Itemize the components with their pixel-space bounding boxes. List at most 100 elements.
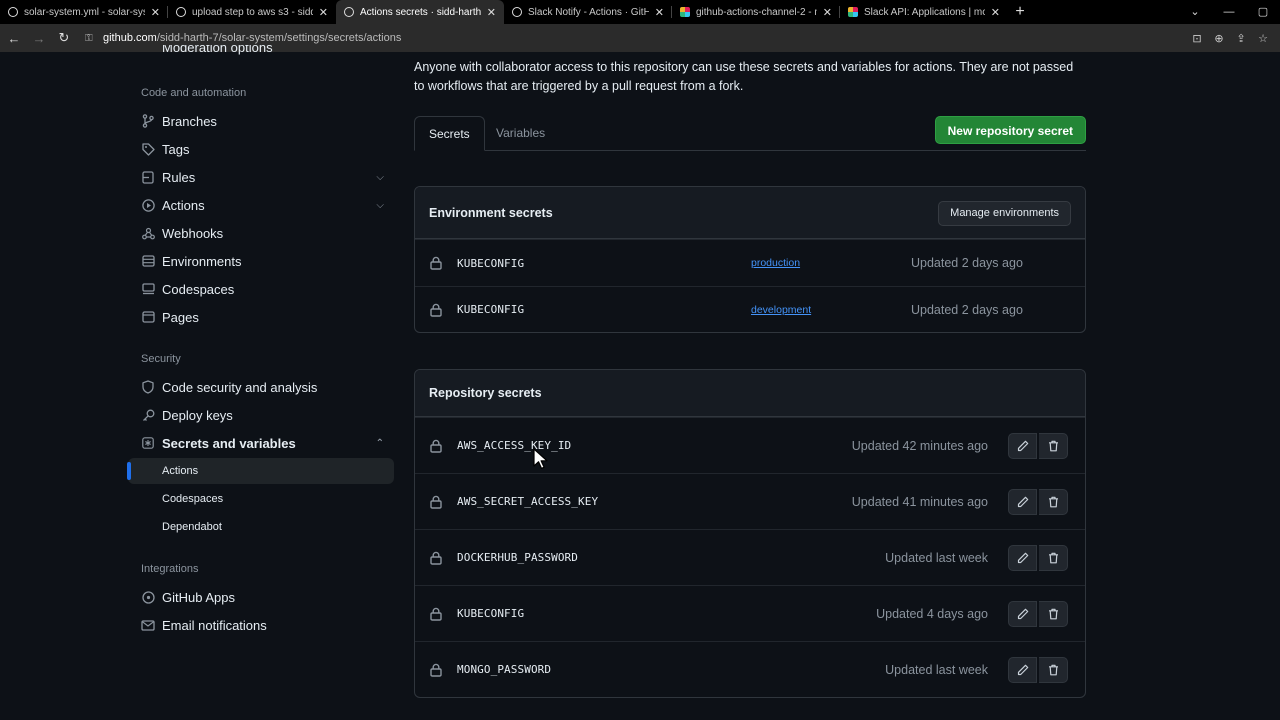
browser-tab[interactable]: Slack Notify - Actions · GitHub M✕ bbox=[504, 0, 672, 24]
trash-icon bbox=[1048, 664, 1058, 675]
chevron-up-icon[interactable]: ⌃ bbox=[376, 438, 384, 449]
settings-sidebar: Moderation options Code and automation B… bbox=[127, 45, 398, 720]
site-info-icon[interactable]: ⚿ bbox=[85, 33, 97, 44]
branch-icon bbox=[141, 114, 155, 128]
sidebar-item-secrets-variables[interactable]: Secrets and variables ⌃ bbox=[128, 430, 394, 456]
lock-icon bbox=[430, 256, 442, 270]
new-repository-secret-button[interactable]: New repository secret bbox=[934, 116, 1086, 144]
secrets-description: Anyone with collaborator access to this … bbox=[414, 60, 1074, 93]
section-heading-integrations: Integrations bbox=[141, 563, 199, 575]
sidebar-item-environments[interactable]: Environments bbox=[128, 248, 394, 274]
sidebar-subitem-actions[interactable]: Actions bbox=[127, 458, 394, 484]
maximize-icon[interactable]: ▢ bbox=[1246, 0, 1280, 24]
lock-icon bbox=[430, 663, 442, 677]
delete-secret-button[interactable] bbox=[1039, 544, 1068, 571]
report-icon bbox=[141, 45, 155, 59]
new-tab-button[interactable]: + bbox=[1008, 3, 1032, 21]
sidebar-item-webhooks[interactable]: Webhooks bbox=[128, 220, 394, 246]
browser-tab[interactable]: github-actions-channel-2 - mcd✕ bbox=[672, 0, 840, 24]
environment-secrets-title: Environment secrets bbox=[429, 205, 553, 220]
trash-icon bbox=[1048, 608, 1058, 619]
close-icon[interactable]: ✕ bbox=[823, 6, 832, 19]
sidebar-item-pages[interactable]: Pages bbox=[128, 304, 394, 330]
sidebar-subitem-codespaces[interactable]: Codespaces bbox=[128, 486, 394, 512]
reload-icon[interactable]: ↻ bbox=[53, 30, 75, 46]
delete-secret-button[interactable] bbox=[1039, 600, 1068, 627]
repository-secret-row: MONGO_PASSWORD Updated last week bbox=[415, 641, 1085, 697]
edit-secret-button[interactable] bbox=[1008, 432, 1037, 459]
browser-icon bbox=[141, 310, 155, 324]
delete-secret-button[interactable] bbox=[1039, 432, 1068, 459]
repository-secrets-title: Repository secrets bbox=[429, 386, 542, 400]
environment-link[interactable]: production bbox=[751, 257, 800, 269]
repository-secret-row: DOCKERHUB_PASSWORD Updated last week bbox=[415, 529, 1085, 585]
lock-icon bbox=[430, 607, 442, 621]
share-icon[interactable]: ⇪ bbox=[1234, 32, 1248, 45]
bookmark-star-icon[interactable]: ☆ bbox=[1256, 32, 1270, 45]
slack-icon bbox=[680, 7, 690, 17]
mouse-cursor-icon bbox=[533, 448, 548, 469]
chevron-down-icon[interactable]: ⌵ bbox=[376, 172, 384, 183]
environment-secrets-box: Environment secrets Manage environments … bbox=[414, 186, 1086, 333]
sidebar-item-actions[interactable]: Actions ⌵ bbox=[128, 192, 394, 218]
github-icon bbox=[176, 7, 186, 17]
edit-secret-button[interactable] bbox=[1008, 544, 1037, 571]
main-content: Anyone with collaborator access to this … bbox=[414, 52, 1086, 720]
environment-link[interactable]: development bbox=[751, 304, 811, 316]
browser-tab-active[interactable]: Actions secrets · sidd-harth-7/so✕ bbox=[336, 0, 504, 24]
secret-name: DOCKERHUB_PASSWORD bbox=[457, 551, 579, 564]
environment-secret-row: KUBECONFIG development Updated 2 days ag… bbox=[415, 286, 1085, 332]
forward-icon[interactable]: → bbox=[28, 31, 50, 46]
updated-time: Updated 41 minutes ago bbox=[851, 494, 988, 509]
sidebar-item-branches[interactable]: Branches bbox=[128, 108, 394, 134]
updated-time: Updated last week bbox=[885, 662, 988, 677]
tab-variables[interactable]: Variables bbox=[482, 116, 559, 151]
sidebar-item-codespaces[interactable]: Codespaces bbox=[128, 276, 394, 302]
apps-icon bbox=[141, 590, 155, 604]
sidebar-subitem-dependabot[interactable]: Dependabot bbox=[128, 514, 394, 540]
sidebar-item-code-security[interactable]: Code security and analysis bbox=[128, 374, 394, 400]
sidebar-item-email-notifications[interactable]: Email notifications bbox=[128, 612, 394, 638]
trash-icon bbox=[1048, 496, 1058, 507]
sidebar-item-moderation[interactable]: Moderation options bbox=[128, 45, 394, 59]
edit-secret-button[interactable] bbox=[1008, 656, 1037, 683]
close-icon[interactable]: ✕ bbox=[655, 6, 664, 19]
delete-secret-button[interactable] bbox=[1039, 488, 1068, 515]
close-icon[interactable]: ✕ bbox=[991, 6, 1000, 19]
mail-icon bbox=[141, 618, 155, 632]
edit-secret-button[interactable] bbox=[1008, 600, 1037, 627]
tab-secrets[interactable]: Secrets bbox=[414, 116, 485, 151]
section-heading-security: Security bbox=[141, 353, 181, 365]
trash-icon bbox=[1048, 440, 1058, 451]
updated-time: Updated last week bbox=[885, 550, 988, 565]
manage-environments-button[interactable]: Manage environments bbox=[938, 201, 1071, 226]
secret-name: MONGO_PASSWORD bbox=[457, 663, 552, 676]
repository-secrets-box: Repository secrets AWS_ACCESS_KEY_ID Upd… bbox=[414, 369, 1086, 698]
back-icon[interactable]: ← bbox=[3, 31, 25, 46]
close-icon[interactable]: ✕ bbox=[319, 6, 328, 19]
sidebar-item-github-apps[interactable]: GitHub Apps bbox=[128, 584, 394, 610]
close-icon[interactable]: ✕ bbox=[487, 6, 496, 19]
sidebar-item-rules[interactable]: Rules ⌵ bbox=[128, 164, 394, 190]
browser-tab[interactable]: Slack API: Applications | mcd-lev✕ bbox=[840, 0, 1008, 24]
play-icon bbox=[141, 198, 155, 212]
sidebar-item-deploy-keys[interactable]: Deploy keys bbox=[128, 402, 394, 428]
edit-secret-button[interactable] bbox=[1008, 488, 1037, 515]
close-icon[interactable]: ✕ bbox=[151, 6, 160, 19]
zoom-icon[interactable]: ⊕ bbox=[1212, 32, 1226, 45]
minimize-icon[interactable]: — bbox=[1212, 0, 1246, 24]
tab-search-icon[interactable]: ⌄ bbox=[1178, 0, 1212, 24]
sidebar-item-tags[interactable]: Tags bbox=[128, 136, 394, 162]
pencil-icon bbox=[1017, 440, 1028, 451]
chevron-down-icon[interactable]: ⌵ bbox=[376, 200, 384, 211]
lock-icon bbox=[430, 303, 442, 317]
secret-name: AWS_ACCESS_KEY_ID bbox=[457, 439, 572, 452]
browser-tab[interactable]: solar-system.yml - solar-system✕ bbox=[0, 0, 168, 24]
lock-icon bbox=[430, 439, 442, 453]
browser-tab[interactable]: upload step to aws s3 - sidd-har✕ bbox=[168, 0, 336, 24]
secret-name: KUBECONFIG bbox=[457, 607, 525, 620]
shield-icon bbox=[141, 380, 155, 394]
delete-secret-button[interactable] bbox=[1039, 656, 1068, 683]
secret-name: KUBECONFIG bbox=[457, 303, 525, 316]
install-app-icon[interactable]: ⊡ bbox=[1190, 32, 1204, 45]
